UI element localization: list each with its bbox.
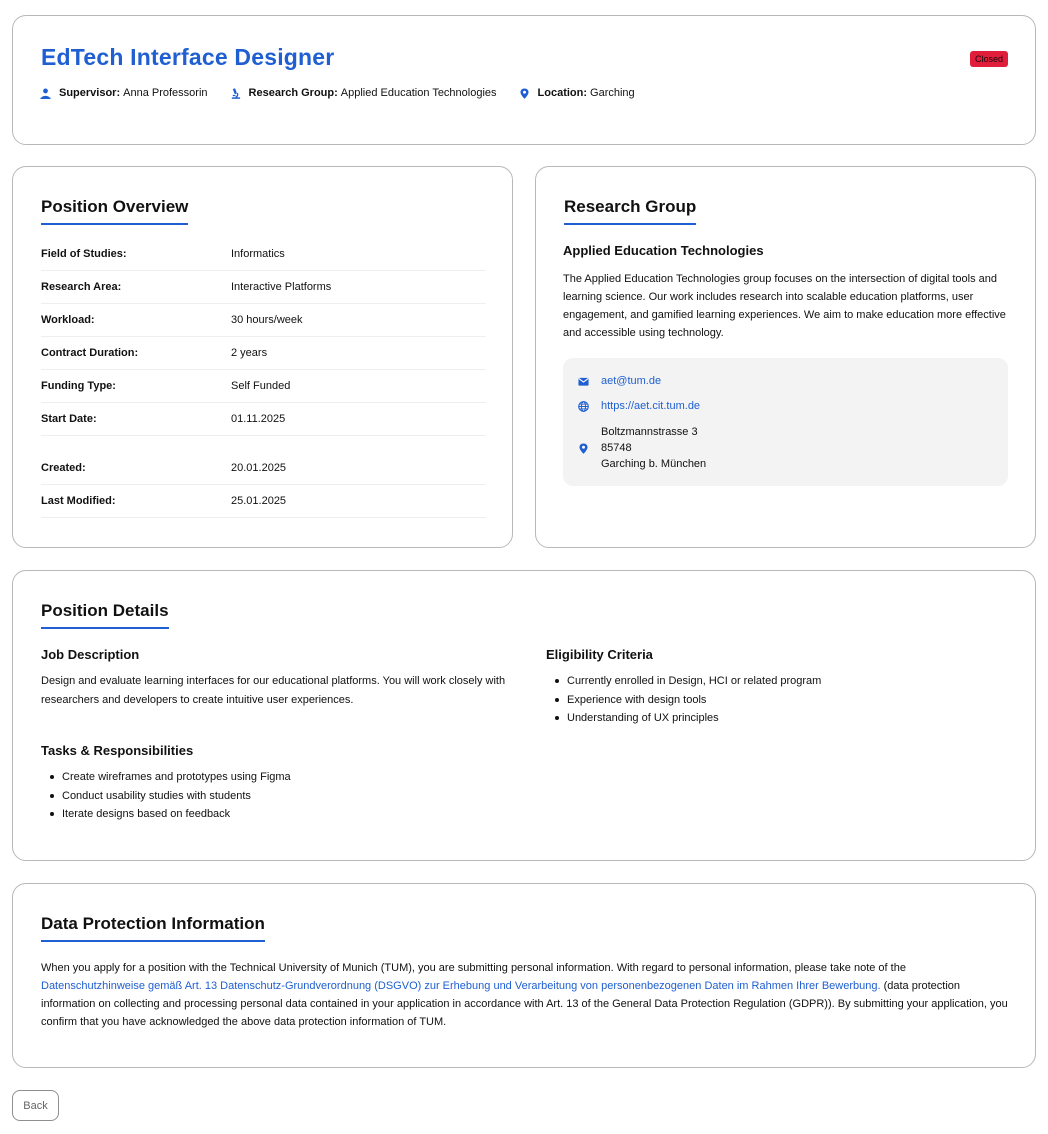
overview-row: Field of Studies: Informatics	[41, 238, 486, 271]
overview-row: Research Area: Interactive Platforms	[41, 271, 486, 304]
location-label: Location:	[537, 87, 588, 99]
tasks-heading: Tasks & Responsibilities	[41, 743, 194, 758]
job-description-heading: Job Description	[41, 647, 140, 662]
research-group-value: Applied Education Technologies	[340, 87, 497, 99]
position-header-card: EdTech Interface Designer Closed Supervi…	[12, 15, 1036, 145]
overview-row: Contract Duration: 2 years	[41, 337, 486, 370]
overview-value: 25.01.2025	[231, 495, 287, 507]
overview-value: Self Funded	[231, 380, 291, 392]
data-protection-card: Data Protection Information When you app…	[12, 883, 1036, 1068]
list-item: Create wireframes and prototypes using F…	[41, 768, 291, 787]
overview-value: 2 years	[231, 347, 268, 359]
research-group-meta: Research Group: Applied Education Techno…	[230, 87, 497, 99]
email-row: aet@tum.de	[578, 375, 661, 387]
list-item: Iterate designs based on feedback	[41, 805, 291, 824]
address: Boltzmannstrasse 3 85748 Garching b. Mün…	[601, 424, 706, 472]
eligibility-list: Currently enrolled in Design, HCI or rel…	[546, 672, 821, 728]
supervisor-meta: Supervisor: Anna Professorin	[40, 87, 208, 99]
contact-box: aet@tum.de https://aet.cit.tum.de Boltzm…	[563, 358, 1008, 486]
address-city: Garching b. München	[601, 458, 707, 470]
website-link[interactable]: https://aet.cit.tum.de	[601, 400, 700, 412]
research-group-name: Applied Education Technologies	[563, 243, 764, 258]
position-meta: Supervisor: Anna Professorin Research Gr…	[40, 87, 657, 99]
job-description: Design and evaluate learning interfaces …	[41, 675, 506, 706]
overview-value: Interactive Platforms	[231, 281, 332, 293]
overview-label: Field of Studies:	[41, 248, 127, 260]
tasks-list: Create wireframes and prototypes using F…	[41, 768, 291, 824]
overview-label: Research Area:	[41, 281, 122, 293]
page-title: EdTech Interface Designer	[41, 44, 335, 70]
overview-row: Funding Type: Self Funded	[41, 370, 486, 403]
position-overview-card: Position Overview Field of Studies: Infor…	[12, 166, 513, 548]
location-pin-icon	[579, 442, 588, 454]
research-group-label: Research Group:	[248, 87, 338, 99]
research-group-description: The Applied Education Technologies group…	[563, 273, 1006, 339]
overview-row: Created: 20.01.2025	[41, 452, 486, 485]
overview-label: Start Date:	[41, 413, 97, 425]
email-link[interactable]: aet@tum.de	[601, 375, 661, 387]
location-pin-icon	[519, 87, 529, 99]
section-heading: Research Group	[564, 197, 697, 225]
overview-label: Last Modified:	[41, 495, 116, 507]
overview-row: Workload: 30 hours/week	[41, 304, 486, 337]
section-heading: Data Protection Information	[41, 914, 265, 942]
section-heading: Position Overview	[41, 197, 189, 225]
overview-value: 20.01.2025	[231, 462, 287, 474]
overview-row: Last Modified: 25.01.2025	[41, 485, 486, 518]
list-item: Understanding of UX principles	[546, 709, 821, 728]
status-badge: Closed	[969, 51, 1008, 67]
mail-icon	[578, 377, 589, 386]
microscope-icon	[231, 87, 240, 99]
overview-label: Created:	[41, 462, 86, 474]
back-button[interactable]: Back	[12, 1090, 59, 1121]
overview-table: Field of Studies: Informatics Research Ar…	[41, 238, 486, 518]
supervisor-value: Anna Professorin	[123, 87, 208, 99]
address-street: Boltzmannstrasse 3	[601, 426, 698, 438]
supervisor-label: Supervisor:	[59, 87, 121, 99]
overview-label: Contract Duration:	[41, 347, 139, 359]
overview-row: Start Date: 01.11.2025	[41, 403, 486, 436]
list-item: Currently enrolled in Design, HCI or rel…	[546, 672, 821, 691]
section-heading: Position Details	[41, 601, 169, 629]
location-meta: Location: Garching	[519, 87, 635, 99]
overview-label: Workload:	[41, 314, 95, 326]
location-value: Garching	[590, 87, 635, 99]
data-protection-text: When you apply for a position with the T…	[41, 959, 1011, 1031]
list-item: Experience with design tools	[546, 691, 821, 710]
overview-value: 30 hours/week	[231, 314, 303, 326]
list-item: Conduct usability studies with students	[41, 787, 291, 806]
data-protection-link[interactable]: Datenschutzhinweise gemäß Art. 13 Datens…	[41, 980, 881, 992]
address-postcode: 85748	[601, 442, 632, 454]
website-row: https://aet.cit.tum.de	[578, 400, 700, 412]
person-icon	[40, 88, 51, 99]
research-group-card: Research Group Applied Education Technol…	[535, 166, 1036, 548]
overview-label: Funding Type:	[41, 380, 116, 392]
address-row: Boltzmannstrasse 3 85748 Garching b. Mün…	[578, 424, 706, 472]
globe-icon	[578, 400, 589, 412]
position-details-card: Position Details Job Description Design …	[12, 570, 1036, 861]
data-protection-intro: When you apply for a position with the T…	[41, 962, 906, 974]
overview-value: Informatics	[231, 248, 285, 260]
overview-value: 01.11.2025	[231, 413, 286, 425]
eligibility-heading: Eligibility Criteria	[546, 647, 653, 662]
